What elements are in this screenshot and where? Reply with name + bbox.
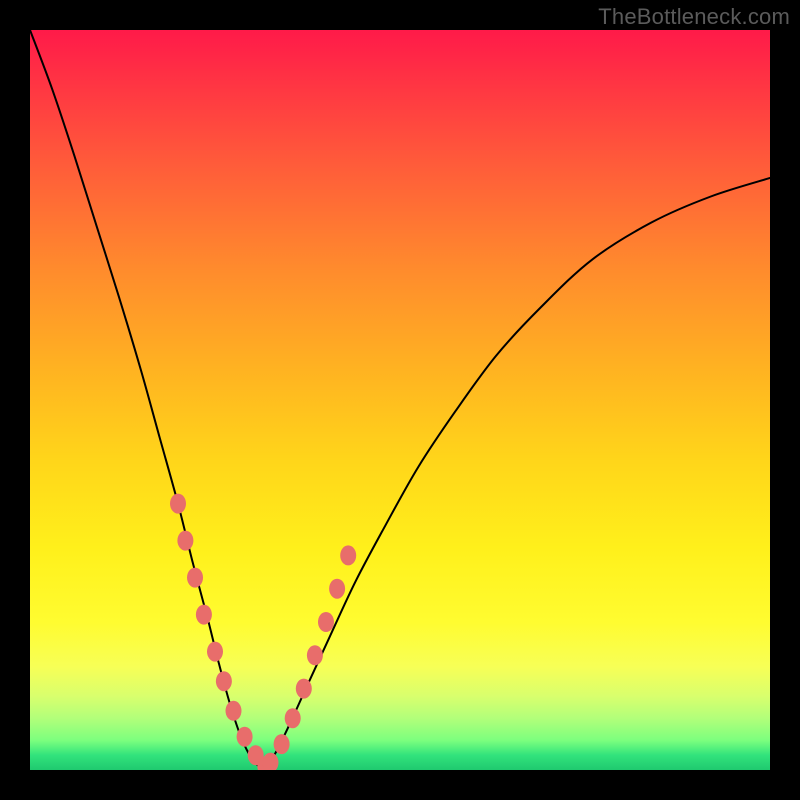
bead: [263, 753, 279, 770]
bead: [285, 708, 301, 728]
bead: [177, 531, 193, 551]
bead: [170, 494, 186, 514]
bead: [340, 545, 356, 565]
bead: [207, 642, 223, 662]
beads-right-group: [263, 545, 357, 770]
curve-right-branch: [263, 178, 770, 770]
bead: [318, 612, 334, 632]
bead: [274, 734, 290, 754]
curve-left-branch: [30, 30, 263, 770]
chart-overlay: [30, 30, 770, 770]
beads-left-group: [170, 494, 273, 770]
bead: [237, 727, 253, 747]
bead: [196, 605, 212, 625]
bead: [226, 701, 242, 721]
chart-frame: TheBottleneck.com: [0, 0, 800, 800]
bead: [187, 568, 203, 588]
bead: [216, 671, 232, 691]
bead: [307, 645, 323, 665]
bead: [296, 679, 312, 699]
watermark-text: TheBottleneck.com: [598, 4, 790, 30]
plot-area: [30, 30, 770, 770]
bead: [329, 579, 345, 599]
